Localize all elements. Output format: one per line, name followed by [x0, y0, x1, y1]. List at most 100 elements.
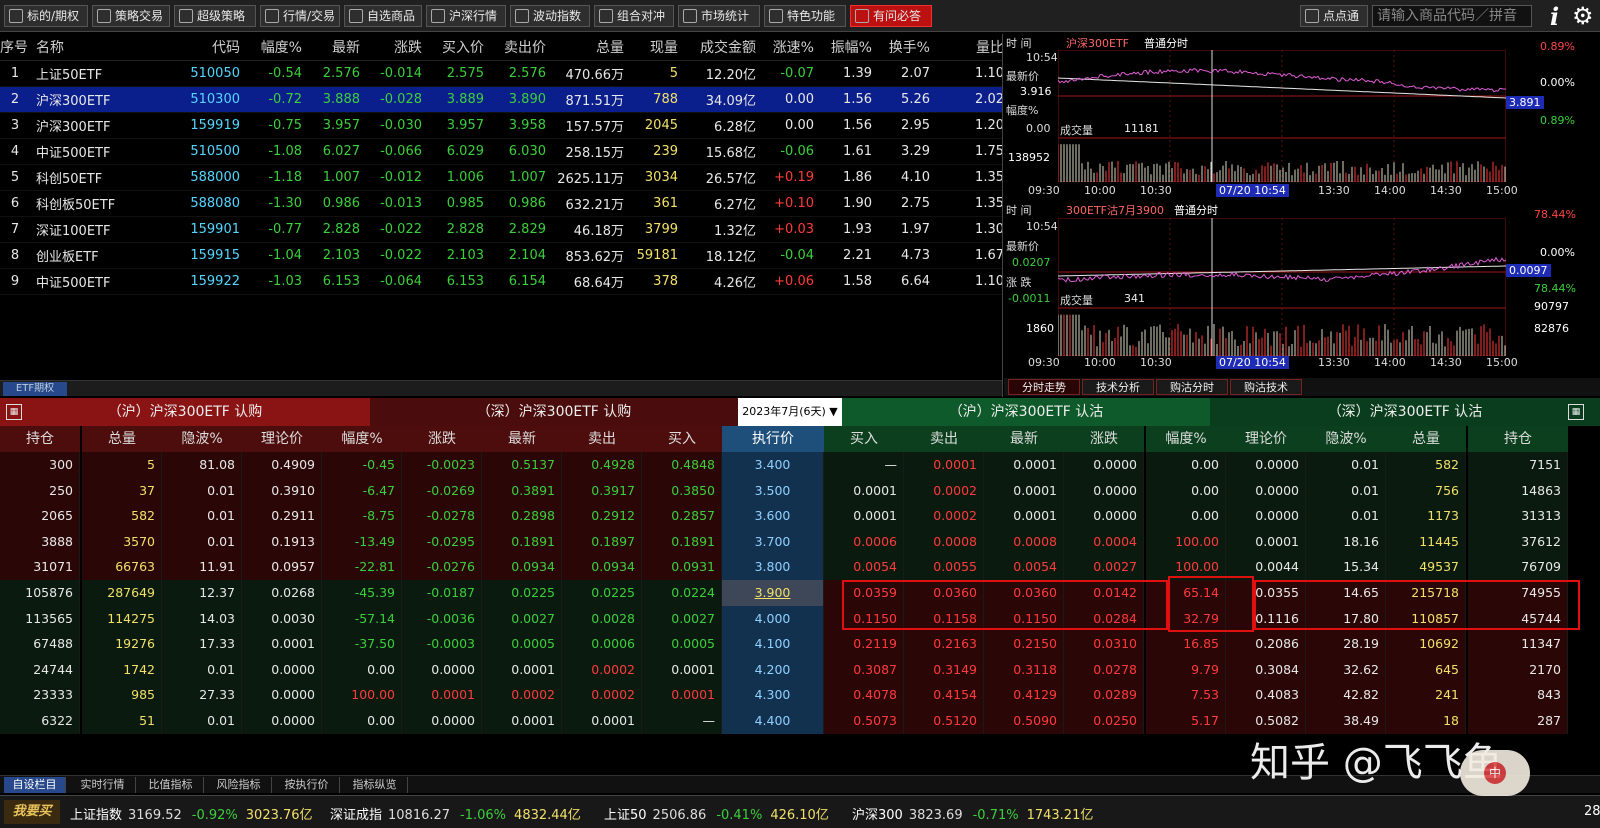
- put-cell[interactable]: 49537: [1386, 554, 1466, 580]
- call-cell[interactable]: 0.1897: [562, 528, 642, 555]
- call-cell[interactable]: 582: [82, 503, 162, 529]
- call-cell[interactable]: -0.0187: [402, 580, 482, 606]
- strike-cell[interactable]: 3.700: [722, 528, 824, 555]
- put-cell[interactable]: 0.0310: [1064, 631, 1144, 657]
- option-row[interactable]: 2065 582 0.01 0.2911 -8.75 -0.0278 0.2898 0.291…: [0, 503, 1600, 529]
- call-cell[interactable]: 0.0002: [562, 656, 642, 683]
- call-cell[interactable]: 17.33: [162, 631, 242, 657]
- volatility-index-button[interactable]: 波动指数: [510, 5, 590, 27]
- call-cell[interactable]: 0.1891: [642, 528, 722, 555]
- strike-cell[interactable]: 4.400: [722, 708, 824, 734]
- put-cell[interactable]: 0.0054: [824, 554, 904, 580]
- put-cell[interactable]: 0.0001: [824, 503, 904, 529]
- put-cell[interactable]: 0.0008: [984, 528, 1064, 555]
- column-header[interactable]: 换手%: [878, 34, 936, 61]
- put-cell[interactable]: 0.3149: [904, 656, 984, 683]
- hs-market-button[interactable]: 沪深行情: [426, 5, 506, 27]
- put-cell[interactable]: 0.01: [1306, 452, 1386, 478]
- put-cell[interactable]: 0.0000: [1064, 503, 1144, 529]
- put-cell[interactable]: 11445: [1386, 528, 1466, 555]
- call-cell[interactable]: 0.0934: [562, 554, 642, 580]
- table-row[interactable]: 8 创业板ETF 159915 -1.04 2.103 -0.022 2.103 2.104 8…: [0, 242, 1002, 269]
- option-row[interactable]: 67488 19276 17.33 0.0001 -37.50 -0.0003 0.0005…: [0, 631, 1600, 657]
- put-cell[interactable]: —: [824, 452, 904, 478]
- put-cell[interactable]: 0.0006: [824, 528, 904, 555]
- call-cell[interactable]: 0.01: [162, 708, 242, 734]
- strike-cell[interactable]: 4.300: [722, 682, 824, 708]
- call-cell[interactable]: 0.0006: [562, 631, 642, 657]
- call-cell[interactable]: 0.0268: [242, 580, 322, 606]
- market-stats-button[interactable]: 市场统计: [678, 5, 760, 27]
- portfolio-hedge-button[interactable]: 组合对冲: [594, 5, 674, 27]
- call-cell[interactable]: 0.0005: [482, 631, 562, 657]
- option-row[interactable]: 31071 66763 11.91 0.0957 -22.81 -0.0276 0.0934…: [0, 554, 1600, 580]
- call-cell[interactable]: 300: [0, 452, 80, 478]
- put-column-header[interactable]: 幅度%: [1146, 426, 1226, 452]
- table-row[interactable]: 4 中证500ETF 510500 -1.08 6.027 -0.066 6.029 6.03…: [0, 138, 1002, 165]
- call-cell[interactable]: 0.0000: [242, 708, 322, 734]
- calculator-icon[interactable]: ▦: [1568, 404, 1584, 420]
- call-cell[interactable]: 0.0000: [242, 682, 322, 708]
- call-cell[interactable]: -22.81: [322, 554, 402, 580]
- option-row[interactable]: 250 37 0.01 0.3910 -6.47 -0.0269 0.3891 0.3917 0…: [0, 477, 1600, 504]
- put-cell[interactable]: 0.01: [1306, 503, 1386, 529]
- call-cell[interactable]: 114275: [82, 605, 162, 632]
- put-cell[interactable]: 0.0002: [904, 503, 984, 529]
- put-cell[interactable]: 37612: [1468, 528, 1568, 555]
- put-cell[interactable]: 0.0000: [1064, 477, 1144, 504]
- put-cell[interactable]: 0.3087: [824, 656, 904, 683]
- chart-mode-dropdown[interactable]: 普通分时: [1144, 35, 1188, 51]
- call-cell[interactable]: 0.0001: [562, 708, 642, 734]
- call-cell[interactable]: 0.5137: [482, 452, 562, 478]
- tab-intraday[interactable]: 分时走势: [1008, 379, 1080, 395]
- put-cell[interactable]: 14863: [1468, 477, 1568, 504]
- put-cell[interactable]: 0.0054: [984, 554, 1064, 580]
- put-cell[interactable]: 5.17: [1146, 708, 1226, 734]
- call-cell[interactable]: 0.0005: [642, 631, 722, 657]
- call-cell[interactable]: 985: [82, 682, 162, 708]
- call-column-header[interactable]: 总量: [82, 426, 162, 452]
- put-cell[interactable]: 0.0004: [1064, 528, 1144, 555]
- call-cell[interactable]: 0.0001: [482, 656, 562, 683]
- put-cell[interactable]: 0.0289: [1064, 682, 1144, 708]
- call-cell[interactable]: 0.00: [322, 708, 402, 734]
- put-cell[interactable]: 0.4078: [824, 682, 904, 708]
- put-cell[interactable]: 42.82: [1306, 682, 1386, 708]
- column-header[interactable]: 序号: [0, 34, 36, 61]
- call-cell[interactable]: -0.45: [322, 452, 402, 478]
- put-column-header[interactable]: 涨跌: [1064, 426, 1144, 452]
- put-column-header[interactable]: 理论价: [1226, 426, 1306, 452]
- table-row[interactable]: 5 科创50ETF 588000 -1.18 1.007 -0.012 1.006 1.007…: [0, 164, 1002, 191]
- chart-symbol[interactable]: 沪深300ETF: [1066, 35, 1129, 51]
- underlying-options-button[interactable]: 标的/期权: [4, 5, 88, 27]
- put-cell[interactable]: 0.0278: [1064, 656, 1144, 683]
- call-column-header[interactable]: 隐波%: [162, 426, 242, 452]
- strike-cell[interactable]: 4.100: [722, 631, 824, 657]
- call-cell[interactable]: 0.0001: [482, 708, 562, 734]
- call-column-header[interactable]: 买入: [642, 426, 722, 452]
- call-cell[interactable]: 287649: [82, 580, 162, 606]
- call-cell[interactable]: 0.0001: [642, 682, 722, 708]
- call-cell[interactable]: 0.3891: [482, 477, 562, 504]
- put-cell[interactable]: 0.3118: [984, 656, 1064, 683]
- underlying-intraday-chart[interactable]: 时 间 沪深300ETF 普通分时 10:54 最新价 3.916 幅度% 0.…: [1004, 34, 1600, 200]
- put-cell[interactable]: 0.01: [1306, 477, 1386, 504]
- call-cell[interactable]: 0.0934: [482, 554, 562, 580]
- call-cell[interactable]: 0.0001: [402, 682, 482, 708]
- put-cell[interactable]: 0.4129: [984, 682, 1064, 708]
- put-cell[interactable]: 0.0001: [1226, 528, 1306, 555]
- call-cell[interactable]: 0.0000: [242, 656, 322, 683]
- put-cell[interactable]: 7151: [1468, 452, 1568, 478]
- call-cell[interactable]: 66763: [82, 554, 162, 580]
- put-cell[interactable]: 7.53: [1146, 682, 1226, 708]
- put-cell[interactable]: 0.00: [1146, 503, 1226, 529]
- call-cell[interactable]: 23333: [0, 682, 80, 708]
- call-cell[interactable]: 0.2912: [562, 503, 642, 529]
- put-cell[interactable]: 582: [1386, 452, 1466, 478]
- put-cell[interactable]: 756: [1386, 477, 1466, 504]
- put-cell[interactable]: 0.0001: [984, 503, 1064, 529]
- call-cell[interactable]: 0.0002: [482, 682, 562, 708]
- put-cell[interactable]: 0.0055: [904, 554, 984, 580]
- calendar-icon[interactable]: ▦: [6, 404, 22, 420]
- call-cell[interactable]: -57.14: [322, 605, 402, 632]
